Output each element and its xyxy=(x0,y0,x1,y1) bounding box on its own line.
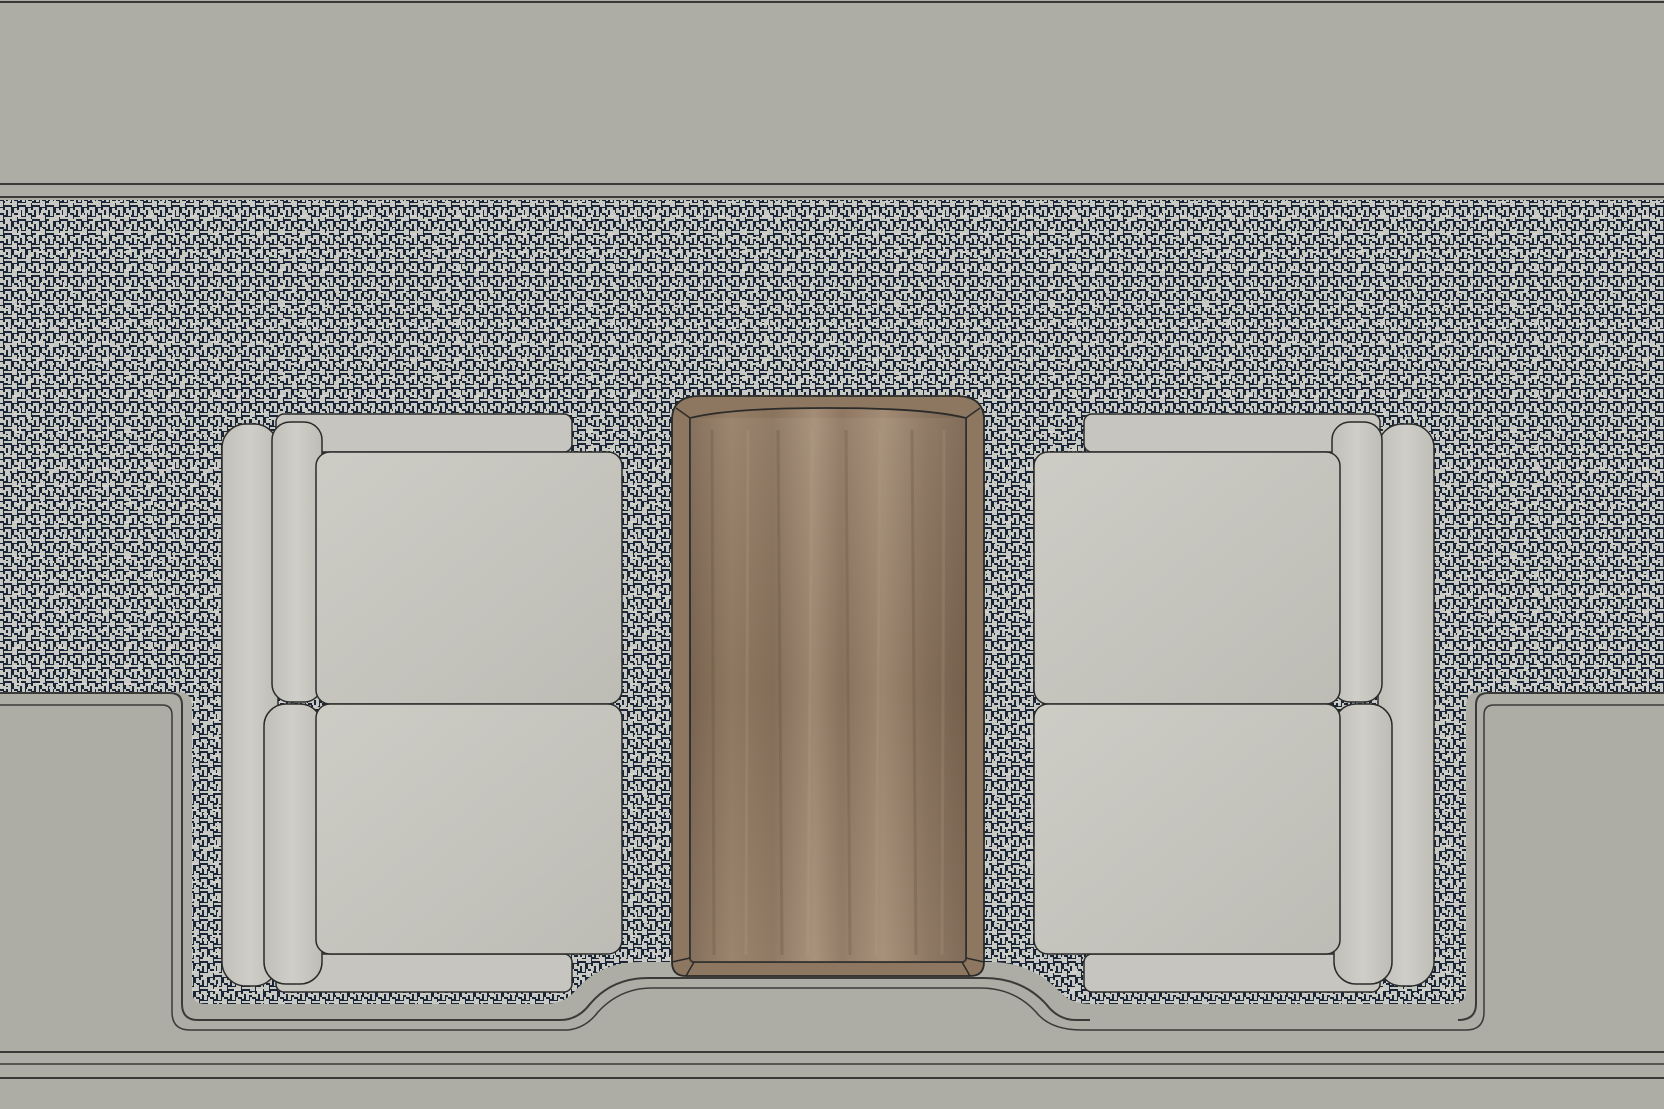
seat-right-cushion-lower xyxy=(1033,703,1341,955)
wood-table[interactable] xyxy=(671,395,985,977)
seat-right-cushion-upper xyxy=(1033,451,1341,705)
cabin-floor-plan xyxy=(0,0,1664,1109)
seat-left-cushion-lower xyxy=(315,703,623,955)
table-grain-overlay xyxy=(690,418,966,962)
seat-right-back-cushion-lower xyxy=(1333,703,1393,985)
seat-left-back-cushion-lower xyxy=(263,703,323,985)
seat-left-back-cushion-upper xyxy=(271,421,323,703)
seat-left-cushion-upper xyxy=(315,451,623,705)
